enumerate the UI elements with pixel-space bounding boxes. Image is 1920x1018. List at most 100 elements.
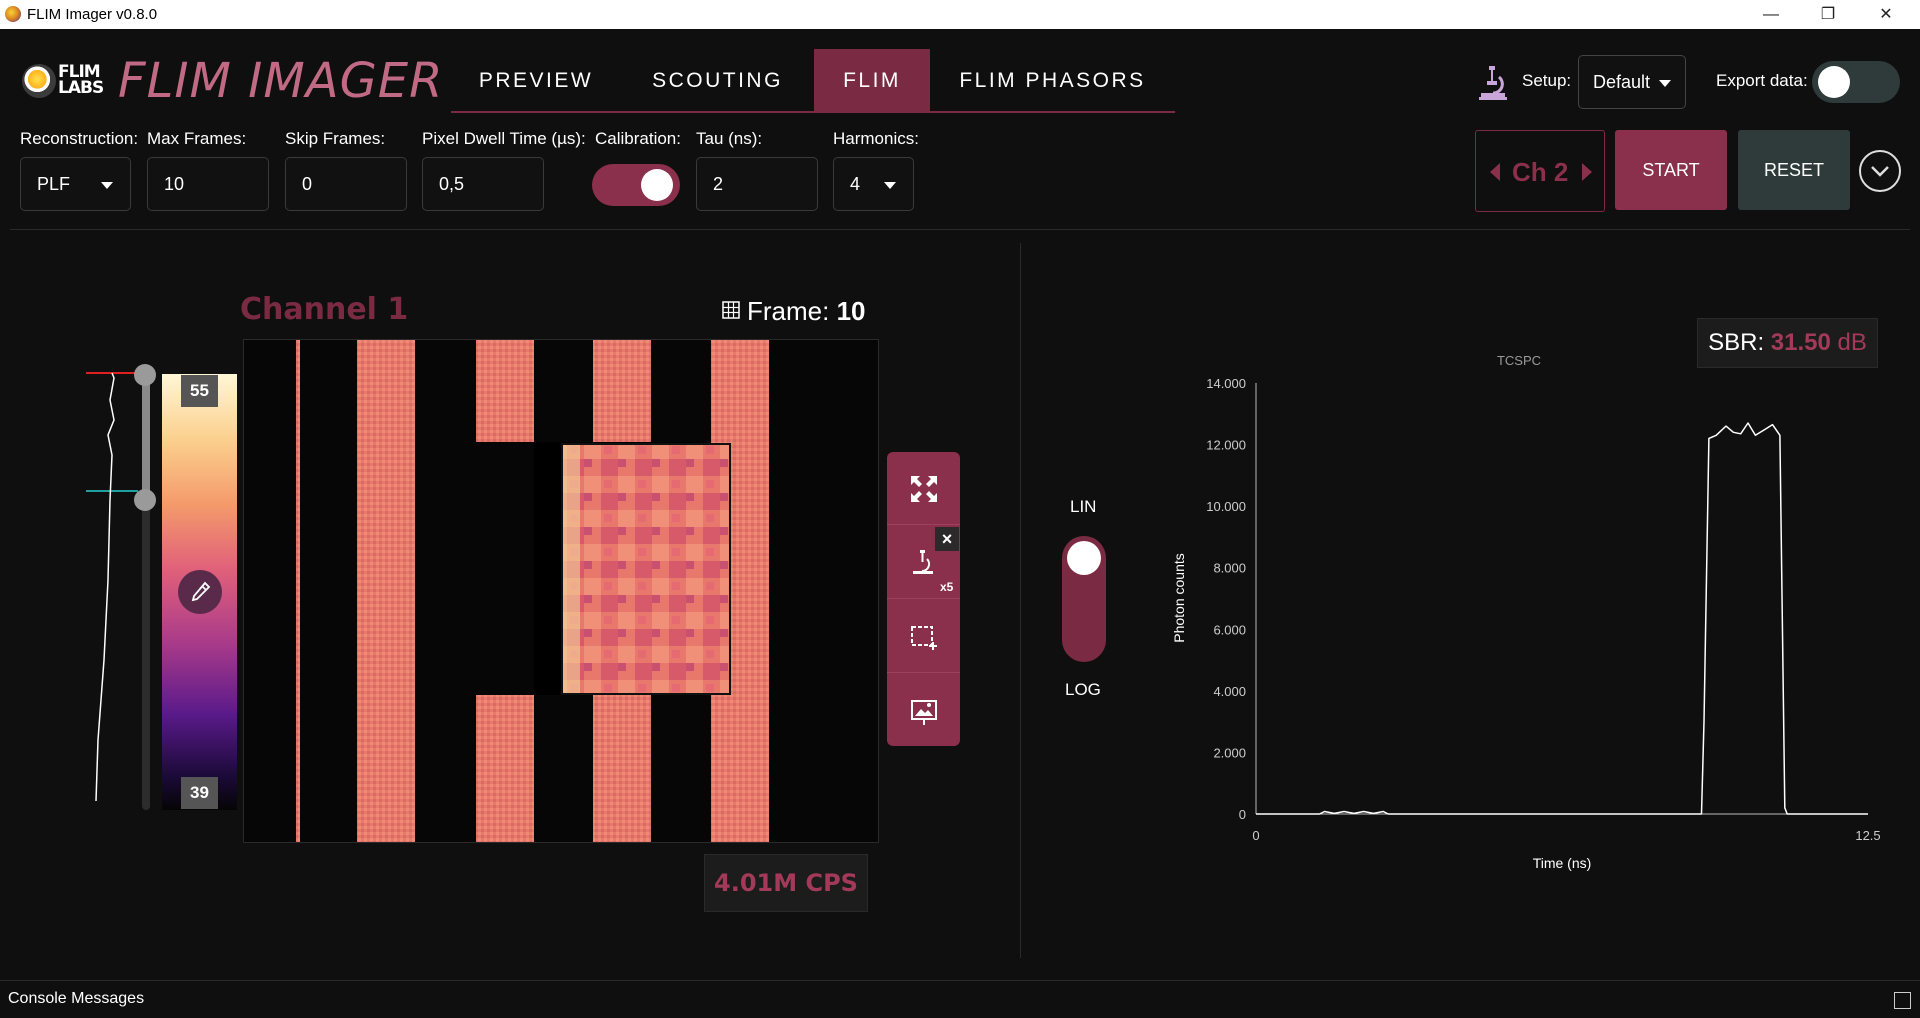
channel-selector: Ch 2: [1475, 130, 1605, 212]
tab-scouting[interactable]: SCOUTING: [621, 49, 814, 113]
channel-title: Channel 1: [240, 292, 409, 327]
reconstruction-select[interactable]: PLF: [20, 157, 131, 211]
tab-preview[interactable]: PREVIEW: [451, 49, 621, 113]
reconstruction-value: PLF: [37, 174, 71, 194]
y-tick-label: 4.000: [1213, 684, 1246, 699]
toggle-knob: [1067, 541, 1101, 575]
brand-logo-text: FLIM LABS: [58, 62, 104, 98]
tau-input[interactable]: 2: [696, 157, 818, 211]
skip-frames-input[interactable]: 0: [285, 157, 407, 211]
panel-divider: [1020, 243, 1021, 958]
y-tick-label: 0: [1239, 807, 1246, 822]
max-frames-input[interactable]: 10: [147, 157, 269, 211]
range-slider-fill: [142, 374, 150, 500]
title-bar: FLIM Imager v0.8.0 — ❐ ✕: [0, 0, 1920, 29]
y-tick-label: 10.000: [1206, 499, 1246, 514]
harmonics-value: 4: [850, 174, 861, 194]
tau-value: 2: [713, 174, 724, 194]
y-tick-label: 6.000: [1213, 622, 1246, 637]
linear-scale-label: LIN: [1070, 497, 1097, 516]
colorbar-min-value: 39: [181, 777, 218, 809]
series-line: [1256, 422, 1868, 815]
tab-flim[interactable]: FLIM: [814, 49, 930, 113]
x-tick-label: 0: [1252, 828, 1259, 843]
flim-labs-logo-icon: [22, 64, 56, 98]
chevron-down-icon: [884, 182, 896, 189]
expand-arrows-icon: [911, 476, 937, 502]
skip-frames-label: Skip Frames:: [285, 129, 386, 148]
export-image-button[interactable]: [887, 674, 960, 746]
max-frames-label: Max Frames:: [147, 129, 247, 148]
tau-label: Tau (ns):: [696, 129, 763, 148]
caret-right-icon[interactable]: [1582, 163, 1592, 181]
eyedropper-icon: [191, 581, 211, 602]
y-axis-label: Photon counts: [1171, 553, 1187, 643]
toggle-knob: [1818, 66, 1850, 98]
intensity-histogram: [86, 372, 138, 802]
skip-frames-value: 0: [302, 174, 313, 194]
flim-image[interactable]: [243, 339, 879, 843]
grid-icon: [722, 301, 740, 319]
flim-image-canvas: [244, 340, 878, 842]
microscope-icon: [913, 550, 933, 574]
select-region-icon: [911, 626, 937, 650]
setup-label: Setup:: [1522, 71, 1572, 90]
zoom-level-badge: x5: [940, 580, 954, 594]
tab-underline: [451, 111, 1175, 113]
x-tick-label: 12.5: [1855, 828, 1880, 843]
close-button[interactable]: ✕: [1858, 0, 1914, 29]
maximize-button[interactable]: ❐: [1800, 0, 1856, 29]
pixel-dwell-label: Pixel Dwell Time (µs):: [422, 129, 586, 148]
lin-log-toggle[interactable]: [1062, 536, 1106, 662]
close-zoom-button[interactable]: ×: [935, 527, 959, 551]
window-title: FLIM Imager v0.8.0: [27, 6, 158, 23]
chevron-down-icon: [101, 182, 113, 189]
image-export-icon: [911, 700, 937, 725]
max-frames-value: 10: [164, 174, 185, 194]
chevron-down-icon: [1871, 166, 1889, 177]
harmonics-select[interactable]: 4: [833, 157, 914, 211]
harmonics-label: Harmonics:: [833, 129, 919, 148]
console-toggle-icon[interactable]: [1894, 992, 1911, 1009]
app-icon: [5, 6, 21, 22]
color-picker-button[interactable]: [178, 570, 222, 614]
range-min-handle[interactable]: [134, 489, 156, 511]
reset-button[interactable]: RESET: [1738, 130, 1850, 210]
y-tick-label: 2.000: [1213, 745, 1246, 760]
fullscreen-button[interactable]: [887, 452, 960, 525]
select-region-button[interactable]: [887, 600, 960, 673]
range-max-handle[interactable]: [134, 364, 156, 386]
expand-toggle-button[interactable]: [1859, 150, 1901, 192]
y-tick-label: 14.000: [1206, 376, 1246, 391]
frame-label: Frame:: [747, 296, 830, 326]
header-divider: [10, 229, 1910, 230]
console-bar[interactable]: Console Messages: [0, 980, 1920, 1018]
image-toolbar: [887, 452, 960, 746]
reconstruction-label: Reconstruction:: [20, 129, 139, 148]
log-scale-label: LOG: [1065, 680, 1101, 699]
close-icon: ×: [941, 529, 953, 549]
setup-select[interactable]: Default: [1578, 55, 1686, 109]
microscope-icon: [1479, 66, 1507, 100]
y-tick-label: 8.000: [1213, 561, 1246, 576]
tab-flim-phasors[interactable]: FLIM PHASORS: [930, 49, 1175, 113]
pixel-dwell-input[interactable]: 0,5: [422, 157, 544, 211]
tcspc-chart: TCSPC 0 2.000 4.000 6.000 8.000 10.000 12.000 14…: [1171, 353, 1881, 871]
export-label: Export data:: [1716, 71, 1808, 90]
chart-title: TCSPC: [1497, 353, 1541, 368]
setup-value: Default: [1593, 72, 1651, 92]
pixel-dwell-value: 0,5: [439, 174, 465, 194]
calibration-toggle[interactable]: [592, 164, 680, 206]
frame-value: 10: [836, 296, 866, 326]
x-axis-label: Time (ns): [1533, 855, 1592, 871]
app-title: FLIM IMAGER: [118, 53, 444, 109]
calibration-label: Calibration:: [595, 129, 681, 148]
caret-left-icon[interactable]: [1490, 163, 1500, 181]
minimize-button[interactable]: —: [1743, 0, 1799, 29]
cps-counter: 4.01M CPS: [704, 854, 868, 912]
start-button[interactable]: START: [1615, 130, 1727, 210]
export-toggle[interactable]: [1812, 61, 1900, 103]
channel-value: Ch 2: [1512, 157, 1569, 187]
chevron-down-icon: [1659, 80, 1671, 87]
y-tick-label: 12.000: [1206, 438, 1246, 453]
